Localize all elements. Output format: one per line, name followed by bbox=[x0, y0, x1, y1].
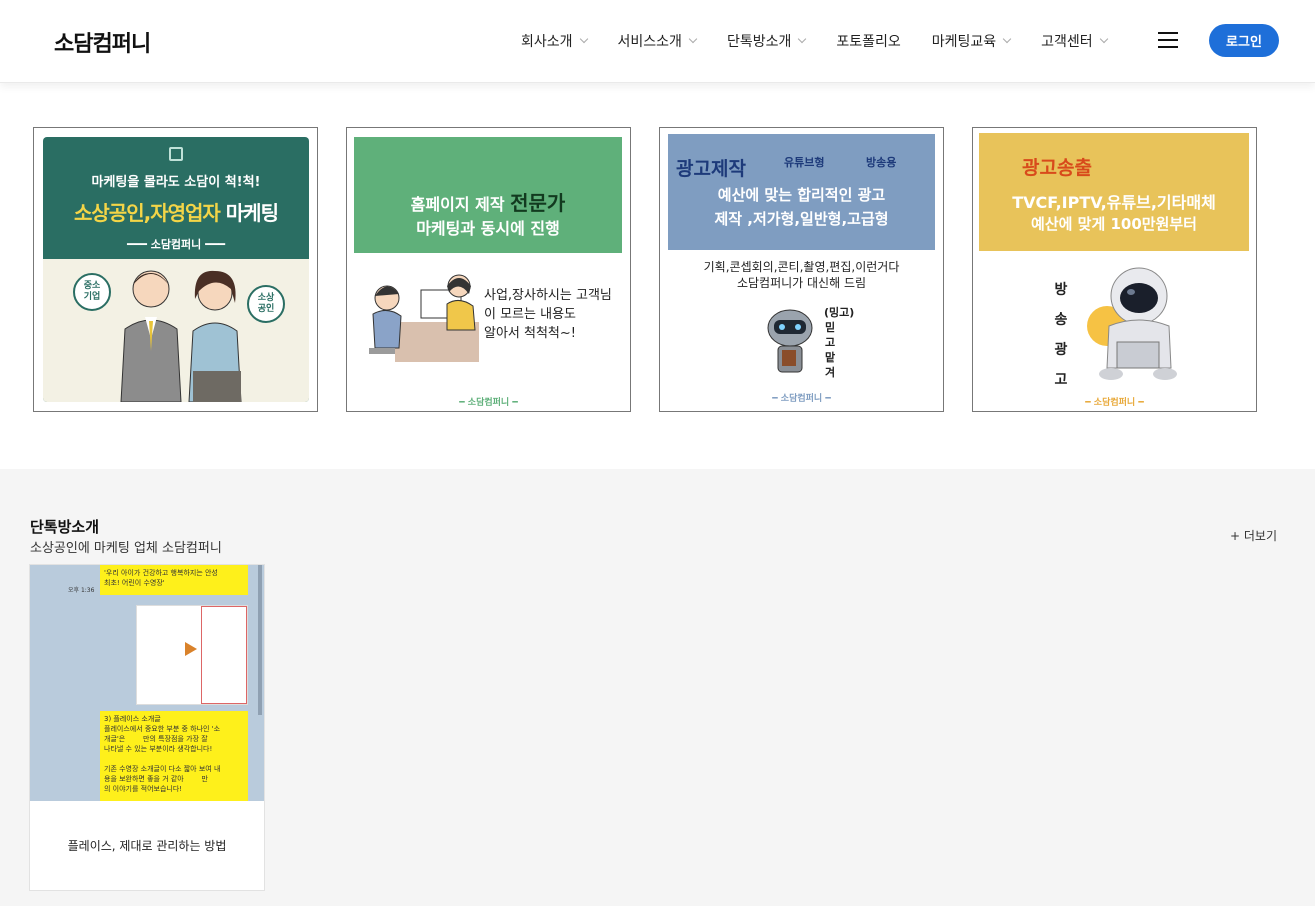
chat-bubble: '우리 아이가 건강하고 행복하지는 안성 최초! 어린이 수영장' bbox=[100, 565, 248, 595]
banner-vertical-text: 방 송 광 고 bbox=[1054, 282, 1068, 388]
banner-ad-broadcast[interactable]: 광고송출 TVCF,IPTV,유튜브,기타매체 예산에 맞게 100만원부터 방… bbox=[972, 127, 1257, 412]
banner-homepage[interactable]: 홈페이지 제작 전문가 마케팅과 동시에 진행 사업,장사하시는 고객님 이 모… bbox=[346, 127, 631, 412]
post-card[interactable]: '우리 아이가 건강하고 행복하지는 안성 최초! 어린이 수영장' 오후 1:… bbox=[29, 564, 265, 891]
banner-subtitle: 마케팅을 몰라도 소담이 척!척! bbox=[91, 175, 261, 190]
banner-background: 광고송출 TVCF,IPTV,유튜브,기타매체 예산에 맞게 100만원부터 bbox=[979, 133, 1249, 251]
house-icon bbox=[169, 147, 183, 161]
nav-item-support[interactable]: 고객센터 bbox=[1041, 31, 1108, 51]
chat-image-attachment bbox=[136, 605, 248, 705]
banner-headline-2: 제작 ,저가형,일반형,고급형 bbox=[714, 210, 889, 228]
chevron-down-icon bbox=[1002, 34, 1012, 44]
site-logo[interactable]: 소담컴퍼니 bbox=[54, 26, 151, 58]
banner-headline-2: 예산에 맞게 100만원부터 bbox=[1031, 215, 1197, 233]
chat-time: 오후 1:36 bbox=[68, 587, 95, 594]
banner-tag: 유튜브형 bbox=[784, 156, 825, 169]
banner-vertical-text: (밍고) 믿 고 맡 겨 bbox=[824, 306, 855, 379]
banner-title: 광고제작 bbox=[676, 158, 746, 180]
site-header: 소담컴퍼니 회사소개 서비스소개 단톡방소개 포토폴리오 마케팅교육 고객센터 … bbox=[0, 0, 1315, 83]
hamburger-icon[interactable] bbox=[1158, 32, 1178, 49]
nav-item-services[interactable]: 서비스소개 bbox=[617, 31, 698, 51]
nav-label: 단톡방소개 bbox=[726, 34, 792, 50]
chevron-down-icon bbox=[1099, 34, 1108, 44]
banner-headline: TVCF,IPTV,유튜브,기타매체 bbox=[1012, 193, 1216, 212]
banner-body: 기획,콘셉회의,콘티,촬영,편집,이런거다 소담컴퍼니가 대신해 드림 bbox=[703, 260, 900, 290]
banner-brand: ━ 소담컴퍼니 ━ bbox=[1085, 398, 1144, 408]
banner-marketing[interactable]: 마케팅을 몰라도 소담이 척!척! 소상공인,자영업자 마케팅 ━━━ 소담컴퍼… bbox=[33, 127, 318, 412]
robot-illustration bbox=[767, 309, 813, 373]
banner-brand: ━ 소담컴퍼니 ━ bbox=[772, 394, 831, 404]
nav-label: 회사소개 bbox=[521, 34, 573, 50]
chevron-down-icon bbox=[688, 34, 698, 44]
scrollbar[interactable] bbox=[258, 565, 262, 715]
banner-illustration: 중소 기업 소상 공인 bbox=[43, 259, 309, 402]
section-subtitle: 소상공인에 마케팅 업체 소담컴퍼니 bbox=[30, 541, 222, 556]
banner-headline: 소상공인,자영업자 마케팅 bbox=[74, 201, 279, 225]
banner-row: 마케팅을 몰라도 소담이 척!척! 소상공인,자영업자 마케팅 ━━━ 소담컴퍼… bbox=[33, 127, 1285, 412]
nav-label: 서비스소개 bbox=[617, 34, 682, 50]
nav-item-portfolio[interactable]: 포토폴리오 bbox=[836, 31, 900, 51]
nav-item-groupchat[interactable]: 단톡방소개 bbox=[726, 31, 807, 51]
post-thumbnail: '우리 아이가 건강하고 행복하지는 안성 최초! 어린이 수영장' 오후 1:… bbox=[30, 565, 264, 801]
nav-item-education[interactable]: 마케팅교육 bbox=[931, 31, 1012, 51]
consulting-illustration bbox=[369, 274, 479, 362]
nav-label: 마케팅교육 bbox=[931, 34, 997, 50]
banner-title: 광고송출 bbox=[1022, 157, 1092, 179]
post-title: 플레이스, 제대로 관리하는 방법 bbox=[67, 839, 227, 853]
login-button[interactable]: 로그인 bbox=[1209, 24, 1279, 57]
banner-headline: 예산에 맞는 합리적인 광고 bbox=[717, 186, 886, 204]
chevron-down-icon bbox=[579, 34, 588, 44]
banner-tag: 방송용 bbox=[866, 156, 897, 169]
more-link[interactable]: + 더보기 bbox=[1230, 527, 1277, 544]
section-title: 단톡방소개 bbox=[30, 518, 100, 536]
banner-background: 마케팅을 몰라도 소담이 척!척! 소상공인,자영업자 마케팅 ━━━ 소담컴퍼… bbox=[43, 137, 309, 402]
chat-bubble: 3) 플레이스 소개글 플레이스에서 중요한 부분 중 하나인 '소 개글'은 … bbox=[100, 711, 248, 801]
banner-body: 사업,장사하시는 고객님 이 모르는 내용도 알아서 척척척~! bbox=[484, 288, 612, 341]
banner-headline: 홈페이지 제작 전문가 bbox=[410, 191, 566, 215]
astronaut-illustration bbox=[1087, 267, 1177, 380]
banner-headline-2: 마케팅과 동시에 진행 bbox=[416, 219, 560, 238]
banner-brand: ━ 소담컴퍼니 ━ bbox=[459, 398, 518, 408]
nav-label: 포토폴리오 bbox=[836, 34, 901, 50]
groupchat-section: 단톡방소개 소상공인에 마케팅 업체 소담컴퍼니 + 더보기 '우리 아이가 건… bbox=[0, 469, 1315, 906]
banner-brand: ━━━ 소담컴퍼니 ━━━ bbox=[127, 238, 225, 251]
nav-label: 고객센터 bbox=[1041, 34, 1093, 50]
banner-background: 홈페이지 제작 전문가 마케팅과 동시에 진행 bbox=[354, 137, 622, 253]
main-nav: 회사소개 서비스소개 단톡방소개 포토폴리오 마케팅교육 고객센터 bbox=[521, 31, 1138, 51]
banner-background: 광고제작 유튜브형 방송용 예산에 맞는 합리적인 광고 제작 ,저가형,일반형… bbox=[668, 134, 935, 250]
banner-ad-production[interactable]: 광고제작 유튜브형 방송용 예산에 맞는 합리적인 광고 제작 ,저가형,일반형… bbox=[659, 127, 944, 412]
business-people-illustration bbox=[120, 270, 242, 402]
arrow-right-icon bbox=[185, 642, 197, 656]
chevron-down-icon bbox=[798, 34, 807, 44]
nav-item-company[interactable]: 회사소개 bbox=[521, 31, 588, 51]
